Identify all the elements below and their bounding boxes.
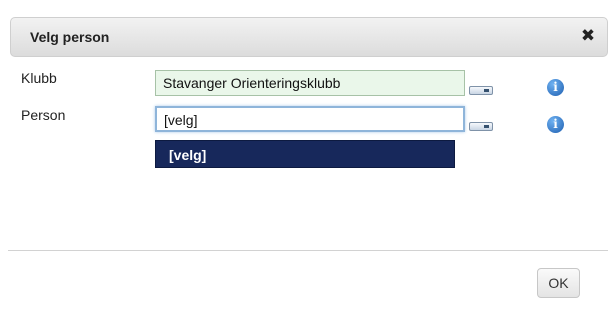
person-dropdown-button[interactable] <box>469 122 493 131</box>
club-label: Klubb <box>21 70 57 86</box>
velg-person-dialog: Velg person ✖ Klubb Stavanger Orienterin… <box>0 0 608 320</box>
club-info-icon[interactable]: i <box>547 79 564 96</box>
person-field[interactable]: [velg] <box>155 106 465 132</box>
dialog-titlebar[interactable]: Velg person ✖ <box>10 17 608 57</box>
ok-button[interactable]: OK <box>537 268 580 298</box>
person-label: Person <box>21 107 66 123</box>
close-icon[interactable]: ✖ <box>579 27 597 45</box>
dropdown-arrow-icon <box>484 89 489 92</box>
dialog-title: Velg person <box>30 29 110 45</box>
footer-divider <box>8 250 608 251</box>
person-dropdown-list: [velg] <box>155 140 455 168</box>
dropdown-option-velg[interactable]: [velg] <box>169 147 206 163</box>
dropdown-arrow-icon <box>484 125 489 128</box>
club-field[interactable]: Stavanger Orienteringsklubb <box>155 70 465 96</box>
club-dropdown-button[interactable] <box>469 86 493 95</box>
person-info-icon[interactable]: i <box>547 116 564 133</box>
